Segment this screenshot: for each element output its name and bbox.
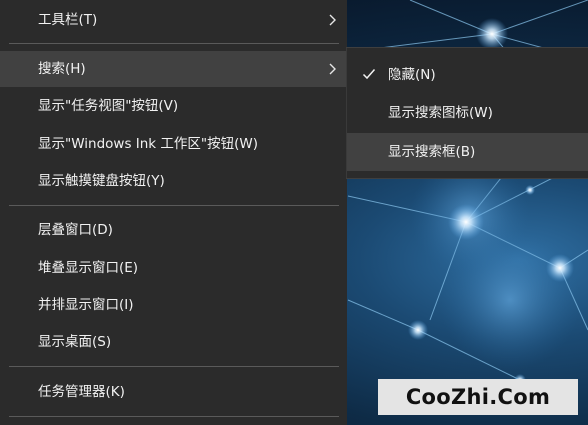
- menu-item-label: 工具栏(T): [38, 12, 98, 28]
- menu-item-label: 堆叠显示窗口(E): [38, 260, 139, 276]
- menu-item-label: 层叠窗口(D): [38, 222, 113, 238]
- menu-item-cascade-windows[interactable]: 层叠窗口(D): [0, 212, 347, 248]
- search-submenu: 隐藏(N) 显示搜索图标(W) 显示搜索框(B): [347, 48, 588, 178]
- submenu-item-label: 显示搜索框(B): [388, 144, 476, 160]
- submenu-item-label: 隐藏(N): [388, 67, 436, 83]
- menu-item-label: 显示"Windows Ink 工作区"按钮(W): [38, 136, 259, 152]
- checkmark-icon: [362, 69, 376, 80]
- menu-item-show-desktop[interactable]: 显示桌面(S): [0, 324, 347, 360]
- desktop: 工具栏(T) 搜索(H) 显示"任务视图"按钮(V) 显示"Windows In…: [0, 0, 588, 425]
- submenu-item-show-search-icon[interactable]: 显示搜索图标(W): [347, 94, 588, 132]
- menu-item-show-touch-keyboard-button[interactable]: 显示触摸键盘按钮(Y): [0, 163, 347, 199]
- menu-item-show-task-view-button[interactable]: 显示"任务视图"按钮(V): [0, 88, 347, 124]
- menu-separator: [9, 366, 339, 367]
- menu-item-stack-windows[interactable]: 堆叠显示窗口(E): [0, 250, 347, 286]
- chevron-right-icon: [329, 63, 336, 75]
- submenu-item-hidden[interactable]: 隐藏(N): [347, 56, 588, 94]
- menu-item-task-manager[interactable]: 任务管理器(K): [0, 374, 347, 410]
- menu-separator: [9, 43, 339, 44]
- menu-item-side-by-side-windows[interactable]: 并排显示窗口(I): [0, 287, 347, 323]
- menu-item-search[interactable]: 搜索(H): [0, 51, 347, 87]
- menu-separator: [9, 416, 339, 417]
- menu-item-label: 显示桌面(S): [38, 334, 112, 350]
- site-watermark: CooZhi.Com: [378, 379, 578, 415]
- menu-separator: [9, 205, 339, 206]
- taskbar-context-menu: 工具栏(T) 搜索(H) 显示"任务视图"按钮(V) 显示"Windows In…: [0, 0, 347, 425]
- submenu-item-show-search-box[interactable]: 显示搜索框(B): [347, 133, 588, 171]
- menu-item-toolbars[interactable]: 工具栏(T): [0, 2, 347, 38]
- submenu-item-label: 显示搜索图标(W): [388, 105, 493, 121]
- menu-item-label: 任务管理器(K): [38, 384, 125, 400]
- menu-item-label: 显示触摸键盘按钮(Y): [38, 173, 165, 189]
- menu-item-label: 显示"任务视图"按钮(V): [38, 98, 179, 114]
- menu-item-show-windows-ink-button[interactable]: 显示"Windows Ink 工作区"按钮(W): [0, 126, 347, 162]
- menu-item-label: 并排显示窗口(I): [38, 297, 134, 313]
- menu-item-label: 搜索(H): [38, 61, 86, 77]
- chevron-right-icon: [329, 14, 336, 26]
